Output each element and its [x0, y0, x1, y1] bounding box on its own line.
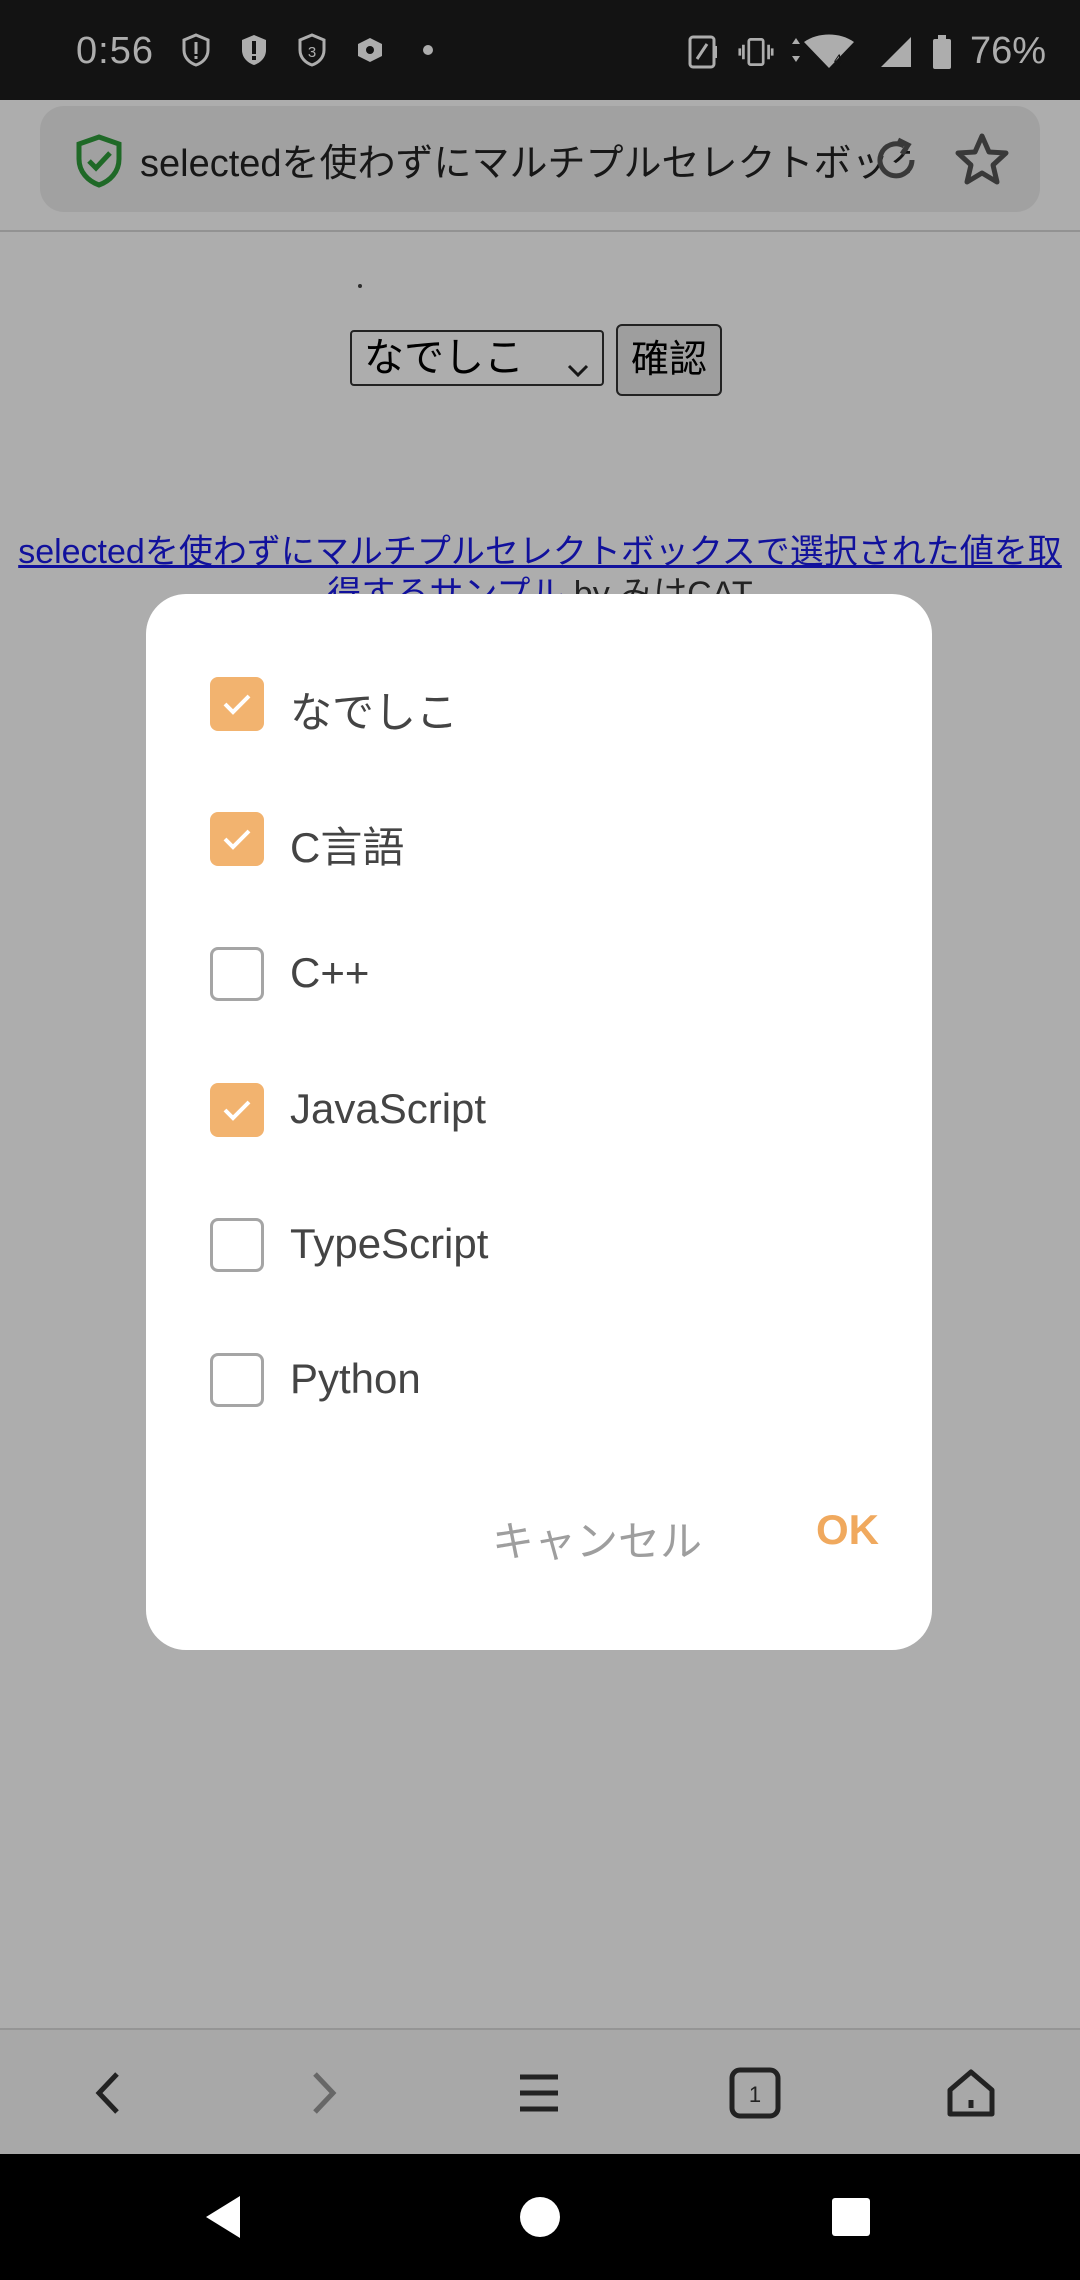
checkbox-unchecked[interactable]: [210, 947, 264, 1001]
option-row[interactable]: JavaScript: [146, 1043, 932, 1178]
system-navigation-bar: [0, 2154, 1080, 2280]
checkbox-unchecked[interactable]: [210, 1353, 264, 1407]
option-row[interactable]: C++: [146, 907, 932, 1042]
option-label: TypeScript: [290, 1220, 489, 1267]
system-recents-icon[interactable]: [826, 2192, 876, 2242]
system-back-icon[interactable]: [200, 2192, 250, 2242]
option-label: Python: [290, 1355, 421, 1402]
checkbox-checked[interactable]: [210, 812, 264, 866]
option-row[interactable]: TypeScript: [146, 1178, 932, 1313]
checkbox-checked[interactable]: [210, 677, 264, 731]
option-label: C++: [290, 949, 370, 996]
option-label: C言語: [290, 824, 405, 871]
multi-select-dialog: なでしこ C言語 C++ JavaScript TypeScript Python キャンセ…: [146, 594, 932, 1650]
option-label: JavaScript: [290, 1085, 487, 1132]
option-row[interactable]: Python: [146, 1313, 932, 1448]
checkbox-checked[interactable]: [210, 1083, 264, 1137]
checkbox-unchecked[interactable]: [210, 1218, 264, 1272]
option-row[interactable]: なでしこ: [146, 637, 932, 772]
checkmark-icon: [223, 1100, 251, 1121]
option-label: なでしこ: [290, 689, 459, 736]
checkmark-icon: [223, 829, 251, 850]
option-row[interactable]: C言語: [146, 772, 932, 907]
system-home-icon[interactable]: [515, 2192, 565, 2242]
checkmark-icon: [223, 694, 251, 715]
ok-button[interactable]: OK: [816, 1506, 879, 1554]
cancel-button[interactable]: キャンセル: [492, 1508, 702, 1569]
